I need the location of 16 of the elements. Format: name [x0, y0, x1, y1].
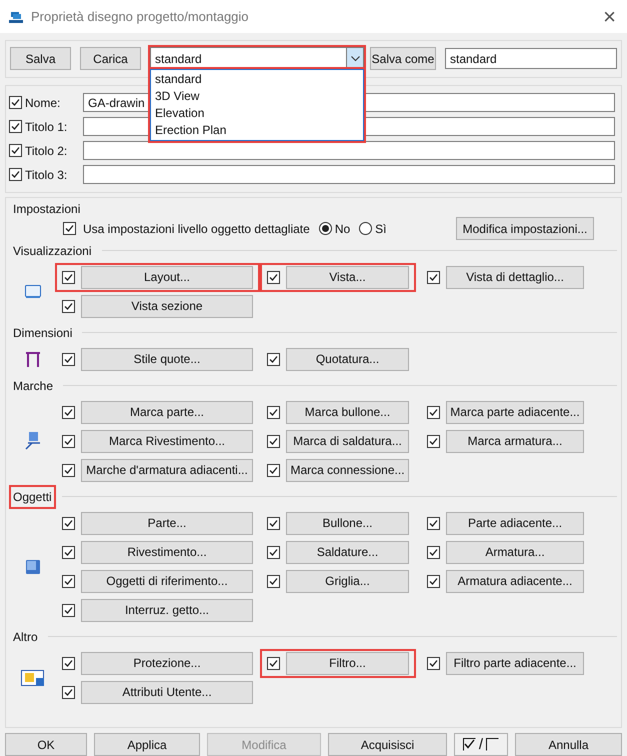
section-label: Impostazioni	[12, 200, 82, 217]
section-label: Dimensioni	[12, 324, 74, 342]
section-label: Visualizzazioni	[12, 242, 92, 260]
radio-label: No	[334, 220, 350, 238]
radio-label: Sì	[375, 220, 386, 238]
dropdown-value: standard	[154, 50, 203, 68]
field-label: Titolo 2:	[25, 142, 68, 160]
section-label: Marche	[12, 378, 54, 395]
checkbox-label: Usa impostazioni livello oggetto dettagliate	[83, 220, 310, 238]
window-title: Proprietà disegno progetto/montaggio	[31, 8, 249, 26]
field-label: Titolo 3:	[25, 166, 68, 184]
section-label: Altro	[12, 628, 39, 646]
separator-text: /	[478, 737, 484, 752]
section-label: Oggetti	[9, 484, 56, 509]
field-label: Nome:	[25, 94, 62, 112]
field-label: Titolo 1:	[25, 118, 68, 136]
